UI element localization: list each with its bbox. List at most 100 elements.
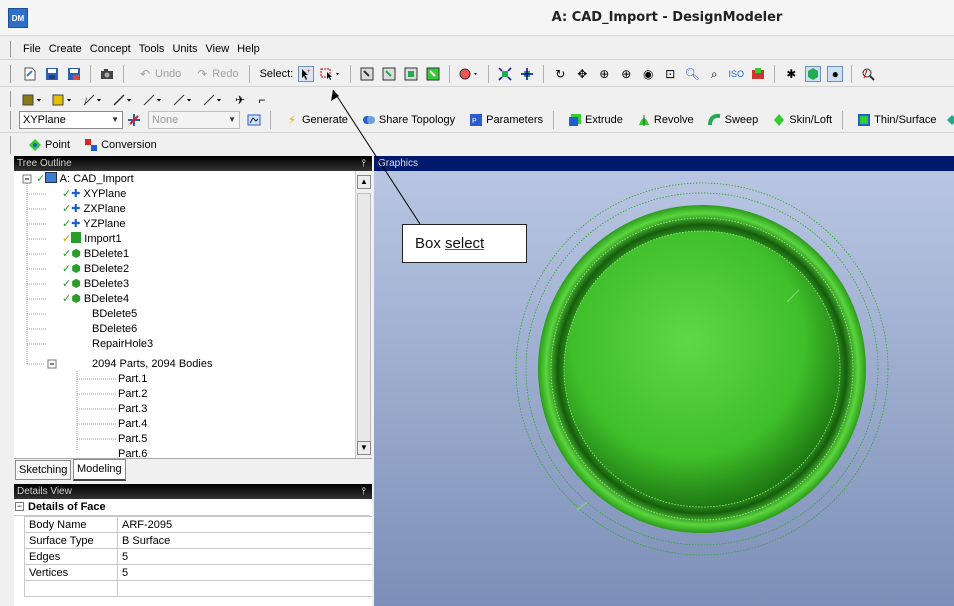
point-button[interactable]: Point — [24, 137, 70, 153]
face-color-icon[interactable] — [22, 92, 46, 108]
tab-modeling[interactable]: Modeling — [73, 459, 126, 481]
iso-view-icon[interactable]: ISO — [728, 66, 744, 82]
toolbar-grip[interactable] — [10, 64, 13, 83]
toolbar-grip[interactable] — [10, 135, 13, 154]
zoom-fit-icon[interactable]: ⊡ — [662, 66, 678, 82]
sweep-button[interactable]: Sweep — [704, 112, 758, 128]
tree-item-bdelete5[interactable]: BDelete5 — [92, 307, 137, 322]
menu-concept[interactable]: Concept — [86, 43, 135, 55]
line-style-icon[interactable]: / — [82, 92, 106, 108]
collapse-icon[interactable]: − — [15, 502, 24, 511]
cap-face[interactable] — [564, 231, 840, 507]
tree-item-bdelete1[interactable]: ✓⬢ BDelete1 — [62, 247, 129, 262]
edge-style-icon[interactable] — [202, 92, 226, 108]
undo-button[interactable]: ↶ Undo — [134, 66, 181, 82]
tree-item-part[interactable]: Part.6 — [118, 447, 147, 458]
vertex-style-icon[interactable] — [172, 92, 196, 108]
thin-surface-button[interactable]: Thin/Surface — [853, 112, 936, 128]
tree-item-bdelete2[interactable]: ✓⬢ BDelete2 — [62, 262, 129, 277]
tree-item-bdelete3[interactable]: ✓⬢ BDelete3 — [62, 277, 129, 292]
display-plane-icon[interactable] — [750, 66, 766, 82]
tree-item-import1[interactable]: ✓ Import1 — [62, 232, 122, 247]
generate-button[interactable]: ⚡︎ Generate — [281, 112, 348, 128]
select-face-icon[interactable] — [403, 66, 419, 82]
scroll-thumb[interactable] — [357, 193, 371, 453]
menu-file[interactable]: File — [19, 43, 45, 55]
curve-style-icon[interactable] — [142, 92, 166, 108]
conversion-button[interactable]: Conversion — [80, 137, 157, 153]
toolbar-grip[interactable] — [10, 110, 13, 129]
display-point-icon[interactable]: ● — [827, 65, 844, 82]
blend-icon[interactable] — [944, 112, 954, 128]
details-row[interactable]: Vertices 5 — [24, 564, 372, 581]
tree-item-parts[interactable]: 2094 Parts, 2094 Bodies — [92, 357, 212, 372]
extend-selection-icon[interactable] — [458, 66, 480, 82]
pin-icon[interactable]: ⫯ — [362, 156, 366, 171]
skin-loft-button[interactable]: Skin/Loft — [768, 112, 832, 128]
tab-sketching[interactable]: Sketching — [15, 460, 72, 480]
tree-item-part[interactable]: Part.2 — [118, 387, 147, 402]
parameters-button[interactable]: P Parameters — [465, 112, 543, 128]
new-file-icon[interactable] — [22, 66, 38, 82]
flag-icon[interactable]: ⌐ — [254, 92, 270, 108]
shrink-selection-icon[interactable] — [519, 66, 535, 82]
tree-item-part[interactable]: Part.4 — [118, 417, 147, 432]
new-plane-icon[interactable] — [126, 112, 142, 128]
save-as-icon[interactable] — [66, 66, 82, 82]
look-at-icon[interactable] — [860, 66, 876, 82]
zoom-icon[interactable]: ⊕ — [596, 66, 612, 82]
scroll-down-icon[interactable]: ▼ — [357, 441, 371, 455]
menu-help[interactable]: Help — [233, 43, 264, 55]
edge-color-icon[interactable] — [52, 92, 76, 108]
tree-item-root[interactable]: ✓ A: CAD_Import — [36, 172, 134, 187]
magnify-icon[interactable]: 🔍︎ — [684, 66, 700, 82]
triad-icon[interactable]: ✱ — [783, 66, 799, 82]
details-row[interactable]: Body Name ARF-2095 — [24, 516, 372, 533]
extrude-button[interactable]: Extrude — [564, 112, 623, 128]
zoom-box-icon[interactable]: ◉ — [640, 66, 656, 82]
revolve-button[interactable]: Revolve — [633, 112, 694, 128]
menu-create[interactable]: Create — [45, 43, 86, 55]
toolbar-grip[interactable] — [10, 40, 13, 57]
redo-button[interactable]: ↷ Redo — [191, 66, 238, 82]
pin-icon[interactable]: ⫯ — [362, 484, 366, 499]
save-icon[interactable] — [44, 66, 60, 82]
tree-item-part[interactable]: Part.5 — [118, 432, 147, 447]
details-row[interactable]: Edges 5 — [24, 548, 372, 565]
details-row[interactable]: Surface Type B Surface — [24, 532, 372, 549]
tree-scrollbar[interactable]: ▲ ▼ — [355, 171, 372, 458]
tree-item-bdelete6[interactable]: BDelete6 — [92, 322, 137, 337]
tree-item-part[interactable]: Part.3 — [118, 402, 147, 417]
rotate-icon[interactable]: ↻ — [552, 66, 568, 82]
display-model-icon[interactable] — [805, 65, 822, 82]
scroll-up-icon[interactable]: ▲ — [357, 175, 371, 189]
previous-view-icon[interactable]: ⌕ — [706, 66, 722, 82]
tree-item-part[interactable]: Part.1 — [118, 372, 147, 387]
single-select-icon[interactable]: + — [298, 65, 315, 82]
pan-icon[interactable]: ✥ — [574, 66, 590, 82]
select-vertex-icon[interactable] — [359, 66, 375, 82]
tree-item-xyplane[interactable]: ✓✚ XYPlane — [62, 187, 126, 202]
select-body-icon[interactable] — [425, 66, 441, 82]
menu-units[interactable]: Units — [168, 43, 201, 55]
camera-icon[interactable] — [99, 66, 115, 82]
tree-item-yzplane[interactable]: ✓✚ YZPlane — [62, 217, 126, 232]
expand-selection-icon[interactable] — [497, 66, 513, 82]
plane-select[interactable]: XYPlane ▼ — [19, 110, 123, 129]
tree-item-repairhole3[interactable]: RepairHole3 — [92, 337, 153, 352]
zoom-in-icon[interactable]: ⊕ — [618, 66, 634, 82]
new-sketch-icon[interactable] — [246, 112, 262, 128]
menu-tools[interactable]: Tools — [135, 43, 169, 55]
details-row[interactable] — [24, 580, 372, 597]
pin-icon[interactable]: ✈︎ — [232, 92, 248, 108]
toolbar-grip[interactable] — [10, 90, 13, 109]
tree-item-zxplane[interactable]: ✓✚ ZXPlane — [62, 202, 126, 217]
details-group-row[interactable]: − Details of Face — [14, 499, 370, 516]
tree-item-bdelete4[interactable]: ✓⬢ BDelete4 — [62, 292, 129, 307]
sketch-select[interactable]: None ▼ — [148, 110, 240, 129]
share-topology-button[interactable]: Share Topology — [358, 112, 455, 128]
menu-view[interactable]: View — [202, 43, 234, 55]
line-weight-icon[interactable] — [112, 92, 136, 108]
box-select-icon[interactable] — [320, 66, 342, 82]
select-edge-icon[interactable] — [381, 66, 397, 82]
